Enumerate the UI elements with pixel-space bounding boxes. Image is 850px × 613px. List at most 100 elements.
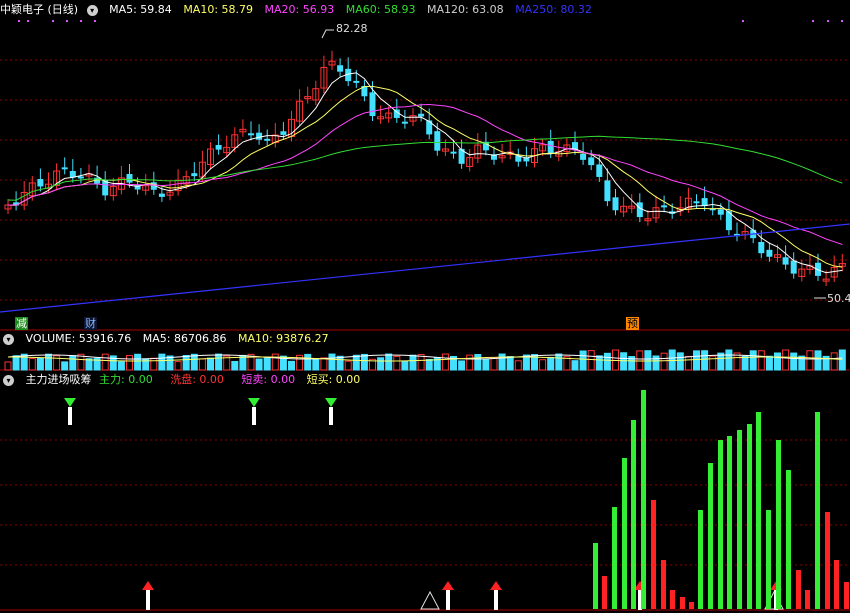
wash-bar — [844, 582, 849, 609]
candle-body — [264, 138, 271, 141]
main-force-bar — [786, 470, 791, 609]
event-marker-reduce[interactable]: 减 — [15, 317, 28, 330]
buy-signal-bar — [494, 590, 498, 610]
ma10-line — [7, 85, 843, 268]
volume-bar — [207, 357, 214, 371]
ma250-line — [0, 223, 850, 313]
volume-bar — [231, 360, 239, 371]
main-force-bar — [708, 463, 713, 609]
volume-bar — [830, 352, 838, 371]
volume-bar — [255, 358, 263, 371]
signal-dot — [80, 20, 82, 22]
candle-body — [256, 132, 263, 140]
volume-bar — [482, 359, 490, 371]
main-force-bar — [766, 510, 771, 609]
volume-bar — [620, 352, 628, 371]
candle-body — [37, 179, 44, 187]
volume-bar — [790, 352, 798, 371]
buy-signal-bar — [146, 590, 150, 610]
volume-bar — [652, 355, 660, 371]
volume-bar — [571, 360, 579, 371]
wash-bar — [602, 576, 607, 609]
candle-body — [434, 131, 441, 151]
volume-bar — [798, 355, 806, 371]
volume-bar — [401, 360, 409, 371]
ma20-line — [7, 103, 843, 245]
event-marker-forecast[interactable]: 预 — [626, 317, 639, 330]
volume-bar — [466, 354, 474, 371]
signal-dot — [812, 20, 814, 22]
volume-bar — [304, 353, 312, 371]
signal-dot — [742, 20, 744, 22]
candle-body — [61, 167, 68, 170]
signal-dot — [827, 20, 829, 22]
candle-body — [401, 121, 408, 124]
buy-signal-bar — [446, 590, 450, 610]
volume-bar — [312, 358, 320, 371]
volume-bar — [539, 359, 547, 371]
volume-bar — [765, 355, 773, 371]
candle-body — [191, 173, 198, 177]
candle-body — [102, 180, 109, 196]
volume-bar — [498, 353, 506, 371]
candle-body — [790, 260, 797, 274]
candle-body — [77, 176, 84, 179]
main-force-bar — [776, 440, 781, 609]
volume-bar — [644, 350, 652, 371]
volume-bar — [20, 353, 28, 371]
volume-bar — [579, 350, 587, 371]
main-force-bar — [641, 390, 646, 609]
volume-bar — [4, 361, 12, 371]
signal-dot — [841, 20, 843, 22]
volume-bar — [595, 355, 603, 371]
volume-bar — [360, 353, 368, 371]
candle-body — [596, 164, 603, 177]
volume-bar — [474, 354, 482, 371]
main-force-bar — [756, 412, 761, 609]
outline-triangle — [420, 590, 440, 610]
candle-body — [588, 157, 595, 166]
volume-bar — [36, 357, 44, 371]
volume-bar — [693, 350, 700, 371]
wash-bar — [651, 500, 656, 609]
volume-bar — [774, 352, 781, 371]
candle-body — [337, 65, 344, 72]
main-force-bar — [737, 430, 742, 609]
kline-chart-canvas[interactable] — [0, 0, 850, 613]
volume-bar — [174, 361, 182, 371]
sell-signal-bar — [252, 407, 256, 425]
candle-body — [612, 197, 619, 211]
main-force-bar — [631, 420, 636, 609]
wash-bar — [670, 590, 675, 609]
volume-bar — [215, 353, 223, 371]
volume-bar — [158, 353, 166, 371]
sell-signal-bar — [329, 407, 333, 425]
signal-dot — [18, 20, 20, 22]
candle-body — [661, 205, 668, 208]
volume-bar — [441, 353, 449, 371]
volume-bar — [676, 352, 684, 371]
event-marker-finance[interactable]: 财 — [84, 317, 97, 330]
volume-bar — [150, 357, 158, 371]
volume-bar — [701, 350, 709, 371]
candle-body — [248, 133, 254, 136]
volume-bar — [506, 356, 514, 371]
high-price-label: 82.28 — [336, 22, 368, 35]
volume-bar — [782, 349, 790, 371]
buy-signal-arrow — [442, 581, 454, 590]
volume-bar — [757, 350, 765, 371]
volume-bar — [603, 352, 611, 371]
volume-bar — [425, 358, 433, 371]
candle-body — [215, 144, 222, 150]
volume-bar — [69, 355, 77, 371]
volume-bar — [749, 350, 757, 371]
volume-bar — [587, 350, 595, 371]
main-force-bar — [718, 440, 723, 609]
candle-body — [580, 153, 587, 160]
volume-bar — [288, 360, 295, 371]
candle-body — [636, 202, 643, 218]
candle-body — [280, 131, 287, 135]
volume-bar — [514, 360, 522, 371]
volume-bar — [636, 350, 644, 371]
volume-bar — [117, 361, 125, 371]
